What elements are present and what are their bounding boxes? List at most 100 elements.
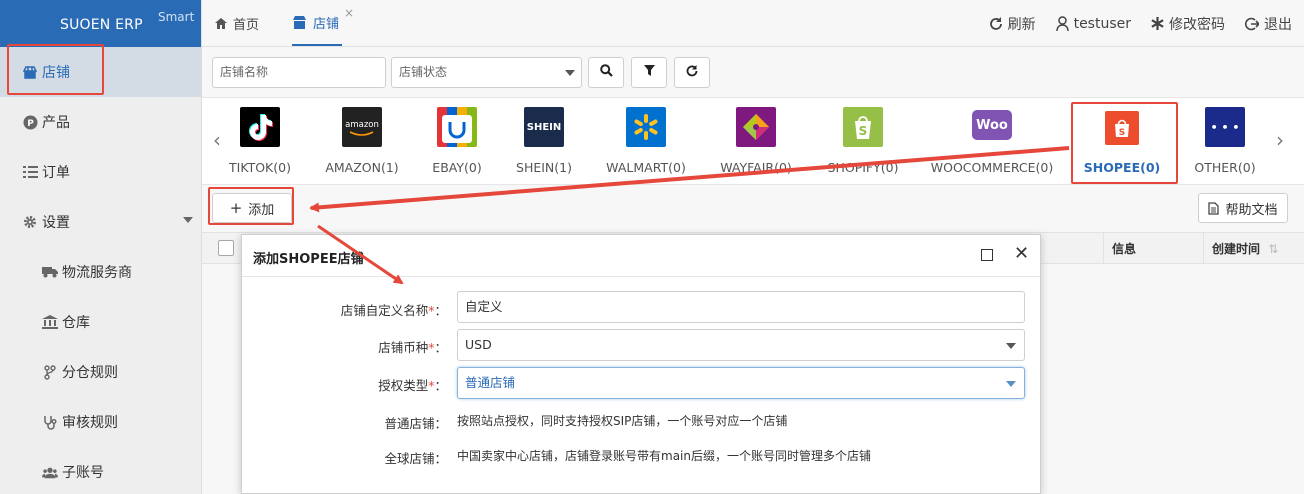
brand-title: SUOEN ERP bbox=[60, 17, 143, 33]
chevron-down-icon bbox=[565, 70, 575, 76]
refresh-button[interactable]: 刷新 bbox=[989, 14, 1036, 34]
reset-button[interactable] bbox=[674, 57, 710, 88]
product-icon: P bbox=[22, 114, 38, 130]
add-store-dialog: 添加SHOPEE店铺 ✕ 店铺自定义名称*： 自定义 店铺币种*： USD 授权… bbox=[241, 234, 1041, 494]
amazon-icon: amazon bbox=[342, 107, 382, 147]
stethoscope-icon bbox=[42, 414, 58, 430]
highlight-box-shopee bbox=[1071, 102, 1178, 184]
platform-label: AMAZON(1) bbox=[325, 160, 399, 175]
sidebar-item-audit-rules[interactable]: 审核规则 bbox=[0, 397, 201, 447]
sidebar-item-products[interactable]: P 产品 bbox=[0, 97, 201, 147]
sidebar-item-settings[interactable]: 设置 bbox=[0, 197, 201, 247]
chevron-right-icon[interactable]: › bbox=[1276, 128, 1284, 152]
store-name-input[interactable]: 店铺名称 bbox=[212, 57, 386, 88]
sidebar-item-label: 物流服务商 bbox=[62, 265, 132, 281]
refresh-icon bbox=[686, 64, 698, 81]
truck-icon bbox=[42, 264, 58, 280]
tab-label: 店铺 bbox=[313, 16, 340, 32]
shopify-icon: S bbox=[843, 107, 883, 147]
dialog-title: 添加SHOPEE店铺 bbox=[253, 252, 364, 267]
users-icon bbox=[42, 464, 58, 480]
dialog-header: 添加SHOPEE店铺 ✕ bbox=[242, 235, 1040, 277]
refresh-icon bbox=[989, 16, 1003, 31]
filter-bar: 店铺名称 店铺状态 bbox=[202, 47, 1304, 97]
help-docs-button[interactable]: 帮助文档 bbox=[1198, 193, 1288, 223]
sidebar-item-sub-accounts[interactable]: 子账号 bbox=[0, 447, 201, 494]
tiktok-icon bbox=[240, 107, 280, 147]
platform-label: TIKTOK(0) bbox=[229, 160, 291, 175]
column-header-info[interactable]: 信息 bbox=[1103, 233, 1203, 265]
brand-header: SUOEN ERP Smart bbox=[0, 0, 201, 47]
sort-icon[interactable]: ⇅ bbox=[1268, 242, 1278, 256]
tab-label: 首页 bbox=[233, 17, 260, 33]
ebay-icon bbox=[437, 107, 477, 147]
gear-icon bbox=[22, 214, 38, 230]
filter-icon bbox=[643, 65, 655, 80]
sidebar-item-label: 设置 bbox=[42, 215, 70, 231]
chevron-down-icon bbox=[183, 217, 193, 223]
refresh-label: 刷新 bbox=[1007, 16, 1036, 33]
highlight-box-add bbox=[208, 187, 294, 225]
top-bar: 首页 店铺 × 刷新 testuser 修改密码 退出 bbox=[202, 0, 1304, 47]
note-text-global: 中国卖家中心店铺，店铺登录账号带有main后缀，一个账号同时管理多个店铺 bbox=[457, 449, 871, 463]
chevron-left-icon[interactable]: ‹ bbox=[213, 128, 221, 152]
platform-label: SHEIN(1) bbox=[516, 160, 572, 175]
note-label-global: 全球店铺： bbox=[384, 451, 447, 466]
chevron-down-icon bbox=[1006, 381, 1016, 387]
branch-icon bbox=[42, 364, 58, 380]
close-icon[interactable]: ✕ bbox=[1014, 244, 1029, 264]
bank-icon bbox=[42, 314, 58, 330]
woocommerce-icon: Woo bbox=[972, 110, 1012, 140]
label-text: 店铺币种 bbox=[378, 340, 429, 355]
tab-home[interactable]: 首页 bbox=[215, 0, 259, 46]
chevron-down-icon bbox=[1006, 343, 1016, 349]
list-icon bbox=[22, 164, 38, 180]
amazon-logo-text: amazon bbox=[345, 120, 379, 130]
platform-label: WOOCOMMERCE(0) bbox=[930, 160, 1054, 175]
column-header-created[interactable]: 创建时间 ⇅ bbox=[1203, 233, 1304, 265]
change-password-label: 修改密码 bbox=[1169, 16, 1225, 33]
action-bar: + 添加 帮助文档 bbox=[202, 185, 1304, 232]
auth-type-select[interactable]: 普通店铺 bbox=[457, 367, 1025, 399]
svg-text:S: S bbox=[859, 124, 868, 138]
sidebar-item-orders[interactable]: 订单 bbox=[0, 147, 201, 197]
home-icon bbox=[215, 17, 227, 29]
svg-text:P: P bbox=[27, 119, 34, 129]
currency-select[interactable]: USD bbox=[457, 329, 1025, 361]
label-colon: ： bbox=[434, 303, 447, 318]
tab-stores[interactable]: 店铺 × bbox=[292, 0, 354, 46]
maximize-icon[interactable] bbox=[981, 249, 993, 261]
brand-tag: Smart bbox=[158, 10, 195, 24]
wayfair-icon bbox=[736, 107, 776, 147]
note-label-normal: 普通店铺： bbox=[384, 416, 447, 431]
change-password-button[interactable]: 修改密码 bbox=[1151, 14, 1225, 34]
sidebar-item-split-rules[interactable]: 分仓规则 bbox=[0, 347, 201, 397]
sidebar-item-label: 订单 bbox=[42, 165, 70, 181]
store-name-label: 店铺自定义名称*： bbox=[242, 300, 447, 319]
user-menu[interactable]: testuser bbox=[1055, 16, 1131, 32]
user-icon bbox=[1055, 16, 1069, 31]
sidebar-item-logistics[interactable]: 物流服务商 bbox=[0, 247, 201, 297]
column-header-label: 创建时间 bbox=[1212, 242, 1261, 256]
label-text: 店铺自定义名称 bbox=[340, 303, 429, 318]
highlight-box-stores-menu bbox=[7, 44, 104, 95]
sidebar-menu: 店铺 P 产品 订单 设置 物流服务商 仓库 分仓规则 审核规则 子账号 bbox=[0, 47, 201, 494]
filter-button[interactable] bbox=[631, 57, 667, 88]
platform-label: WAYFAIR(0) bbox=[720, 160, 792, 175]
label-colon: ： bbox=[434, 340, 447, 355]
label-colon: ： bbox=[434, 378, 447, 393]
platform-label: WALMART(0) bbox=[606, 160, 686, 175]
auth-type-label: 授权类型*： bbox=[242, 375, 447, 394]
top-actions: 刷新 testuser 修改密码 退出 bbox=[989, 0, 1304, 47]
store-name-field[interactable]: 自定义 bbox=[457, 291, 1025, 323]
select-all-checkbox[interactable] bbox=[218, 240, 234, 256]
close-icon[interactable]: × bbox=[344, 6, 354, 20]
sidebar-item-warehouse[interactable]: 仓库 bbox=[0, 297, 201, 347]
logout-button[interactable]: 退出 bbox=[1245, 14, 1292, 34]
search-button[interactable] bbox=[588, 57, 624, 88]
help-label: 帮助文档 bbox=[1225, 202, 1278, 218]
platform-label: EBAY(0) bbox=[432, 160, 482, 175]
walmart-icon bbox=[626, 107, 666, 147]
auth-type-value: 普通店铺 bbox=[465, 375, 516, 390]
store-status-select[interactable]: 店铺状态 bbox=[391, 57, 582, 88]
